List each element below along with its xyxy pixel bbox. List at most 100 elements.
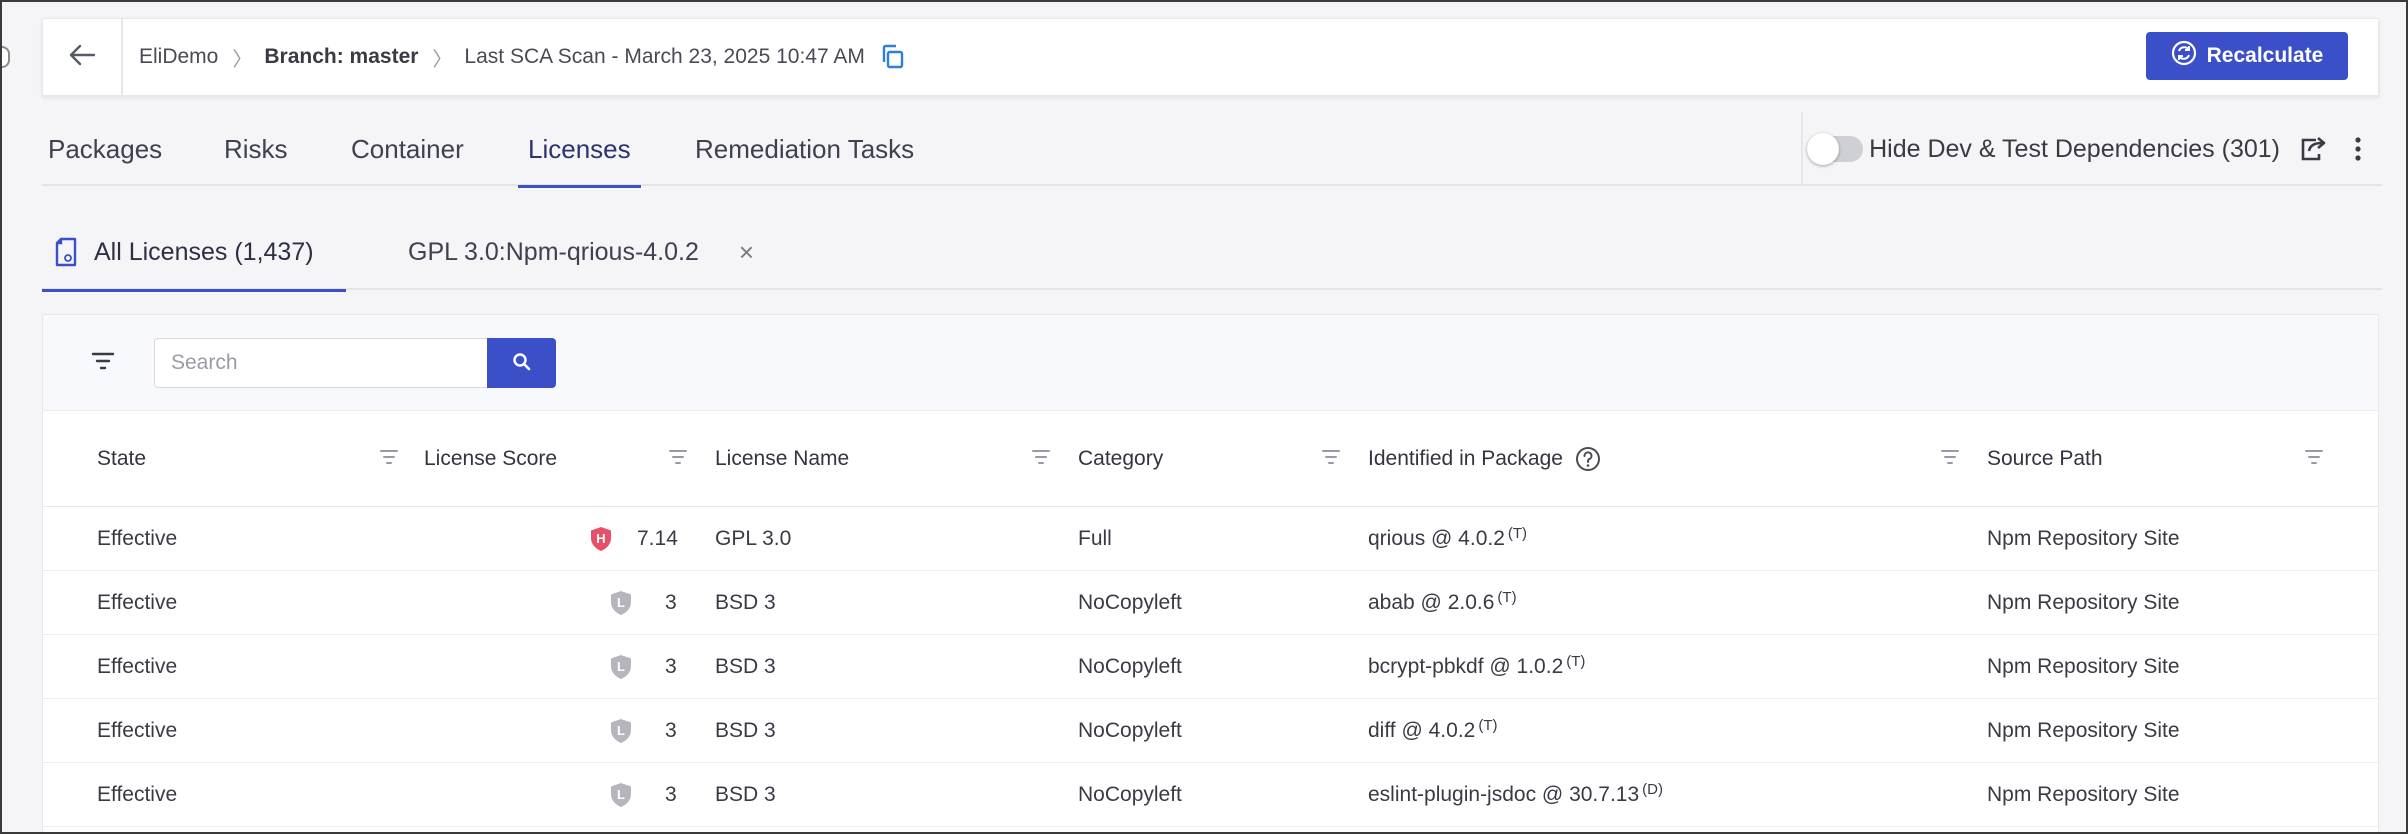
recalculate-button[interactable]: Recalculate xyxy=(2146,32,2348,80)
risk-badge: L xyxy=(609,590,633,616)
cell-license-score: H 7.14 xyxy=(533,507,683,571)
cell-state: Effective xyxy=(97,527,178,550)
arrow-left-icon xyxy=(69,44,96,71)
filter-icon[interactable] xyxy=(1940,448,1960,466)
column-header-identified-label: Identified in Package xyxy=(1368,447,1563,470)
tab-licenses[interactable]: Licenses xyxy=(518,112,641,188)
tab-risks[interactable]: Risks xyxy=(224,112,288,186)
app-frame: EliDemo 〉 Branch: master 〉 Last SCA Scan… xyxy=(0,0,2408,834)
score-value: 7.14 xyxy=(637,527,678,550)
dependency-type-tag: (T) xyxy=(1478,716,1498,734)
cell-category: NoCopyleft xyxy=(1078,655,1182,678)
dependency-type-tag: (D) xyxy=(1642,780,1663,798)
license-subtabs: All Licenses (1,437) GPL 3.0:Npm-qrious-… xyxy=(42,214,2382,292)
risk-level-letter: L xyxy=(617,723,625,738)
search-input[interactable] xyxy=(154,338,488,388)
copy-icon[interactable] xyxy=(881,44,905,70)
table-header: State License Score License Name Categor… xyxy=(43,411,2378,507)
table-row[interactable]: Effective L 3 BSD 3 NoCopyleft diff @ 4.0.2 (T… xyxy=(43,699,2378,763)
close-icon[interactable]: × xyxy=(739,237,754,268)
table-row[interactable]: Effective H 7.14 GPL 3.0 Full qrious @ 4.0.2(… xyxy=(43,507,2378,571)
table-row[interactable]: Effective L 3 BSD 3 NoCopyleft abab @ 2.0.6 (T… xyxy=(43,571,2378,635)
chevron-right-icon: 〉 xyxy=(232,48,253,71)
recalculate-label: Recalculate xyxy=(2206,44,2324,67)
cell-state: Effective xyxy=(97,655,178,678)
cell-source-path: Npm Repository Site xyxy=(1987,719,2180,742)
package-link[interactable]: abab @ 2.0.6 xyxy=(1368,591,1494,615)
risk-level-letter: L xyxy=(617,659,625,674)
back-button[interactable] xyxy=(43,19,123,95)
table-toolbar xyxy=(43,315,2378,411)
toggle-knob xyxy=(1807,133,1840,165)
column-header-state[interactable]: State xyxy=(97,411,146,507)
breadcrumb-project[interactable]: EliDemo xyxy=(139,45,218,69)
package-link[interactable]: bcrypt-pbkdf @ 1.0.2 xyxy=(1368,655,1563,679)
hide-dev-toggle[interactable] xyxy=(1807,133,1864,165)
column-header-license-score[interactable]: License Score xyxy=(424,411,557,507)
filter-icon[interactable] xyxy=(379,448,399,466)
column-header-license-name[interactable]: License Name xyxy=(715,411,849,507)
column-header-source-path[interactable]: Source Path xyxy=(1987,411,2103,507)
risk-level-letter: H xyxy=(596,531,606,546)
cell-state: Effective xyxy=(97,783,178,806)
risk-badge: L xyxy=(609,654,633,680)
breadcrumb-scan: Last SCA Scan - March 23, 2025 10:47 AM xyxy=(464,45,865,68)
tab-packages[interactable]: Packages xyxy=(48,112,162,186)
tab-container[interactable]: Container xyxy=(351,112,464,186)
cell-state: Effective xyxy=(97,591,178,614)
cell-state: Effective xyxy=(97,719,178,742)
breadcrumb-branch[interactable]: Branch: master xyxy=(264,45,418,69)
page-header: EliDemo 〉 Branch: master 〉 Last SCA Scan… xyxy=(42,18,2379,96)
filter-icon[interactable] xyxy=(1321,448,1341,466)
column-header-category[interactable]: Category xyxy=(1078,411,1163,507)
cell-identified-package: abab @ 2.0.6 (T) xyxy=(1368,571,1517,635)
column-header-identified-in-package[interactable]: Identified in Package xyxy=(1368,411,1601,507)
score-value: 3 xyxy=(665,783,677,806)
search-button[interactable] xyxy=(487,338,556,388)
package-link[interactable]: qrious @ 4.0.2 xyxy=(1368,527,1505,551)
dependency-type-tag: (T) xyxy=(1497,588,1517,606)
risk-badge: H xyxy=(589,526,613,552)
recalculate-icon xyxy=(2171,40,2197,72)
table-row[interactable]: Effective L 3 BSD 3 NoCopyleft eslint-plugin-… xyxy=(43,763,2378,827)
subtab-license-detail[interactable]: GPL 3.0:Npm-qrious-4.0.2 × xyxy=(408,214,754,290)
score-value: 3 xyxy=(665,591,677,614)
cell-source-path: Npm Repository Site xyxy=(1987,655,2180,678)
cell-license-name: BSD 3 xyxy=(715,591,776,614)
filter-icon[interactable] xyxy=(668,448,688,466)
cell-license-name: GPL 3.0 xyxy=(715,527,792,550)
filter-icon[interactable] xyxy=(2304,448,2324,466)
help-icon[interactable] xyxy=(1575,446,1601,472)
subtab-detail-label: GPL 3.0:Npm-qrious-4.0.2 xyxy=(408,237,699,266)
cell-license-name: BSD 3 xyxy=(715,719,776,742)
dependency-type-tag: (T) xyxy=(1507,524,1528,542)
cell-license-score: L3 xyxy=(533,635,683,699)
table-options: Hide Dev & Test Dependencies (301) xyxy=(1801,112,2362,186)
cell-license-score: L3 xyxy=(533,571,683,635)
table-row[interactable]: Effective L 3 BSD 3 NoCopyleft bcrypt-pbkdf @… xyxy=(43,635,2378,699)
tab-remediation-tasks[interactable]: Remediation Tasks xyxy=(695,112,914,186)
package-link[interactable]: eslint-plugin-jsdoc @ 30.7.13 xyxy=(1368,783,1639,807)
cell-source-path: Npm Repository Site xyxy=(1987,783,2180,806)
cell-license-score: L3 xyxy=(533,699,683,763)
window-edge-handle xyxy=(2,46,10,68)
cell-category: NoCopyleft xyxy=(1078,591,1182,614)
cell-license-name: BSD 3 xyxy=(715,655,776,678)
score-value: 3 xyxy=(665,719,677,742)
licenses-table-card: State License Score License Name Categor… xyxy=(42,314,2379,832)
filter-icon[interactable] xyxy=(1031,448,1051,466)
subtab-all-licenses[interactable]: All Licenses (1,437) xyxy=(42,214,346,292)
package-link[interactable]: diff @ 4.0.2 xyxy=(1368,719,1475,743)
cell-identified-package: qrious @ 4.0.2 (T) xyxy=(1368,507,1527,571)
breadcrumb: EliDemo 〉 Branch: master 〉 Last SCA Scan… xyxy=(139,19,905,95)
export-icon[interactable] xyxy=(2298,134,2328,164)
filter-icon[interactable] xyxy=(91,351,115,371)
cell-category: NoCopyleft xyxy=(1078,719,1182,742)
chevron-right-icon: 〉 xyxy=(432,48,453,71)
score-value: 3 xyxy=(665,655,677,678)
kebab-icon[interactable] xyxy=(2354,136,2362,162)
search-icon xyxy=(512,352,532,375)
cell-source-path: Npm Repository Site xyxy=(1987,591,2180,614)
license-doc-icon xyxy=(54,237,78,267)
cell-identified-package: diff @ 4.0.2 (T) xyxy=(1368,699,1497,763)
